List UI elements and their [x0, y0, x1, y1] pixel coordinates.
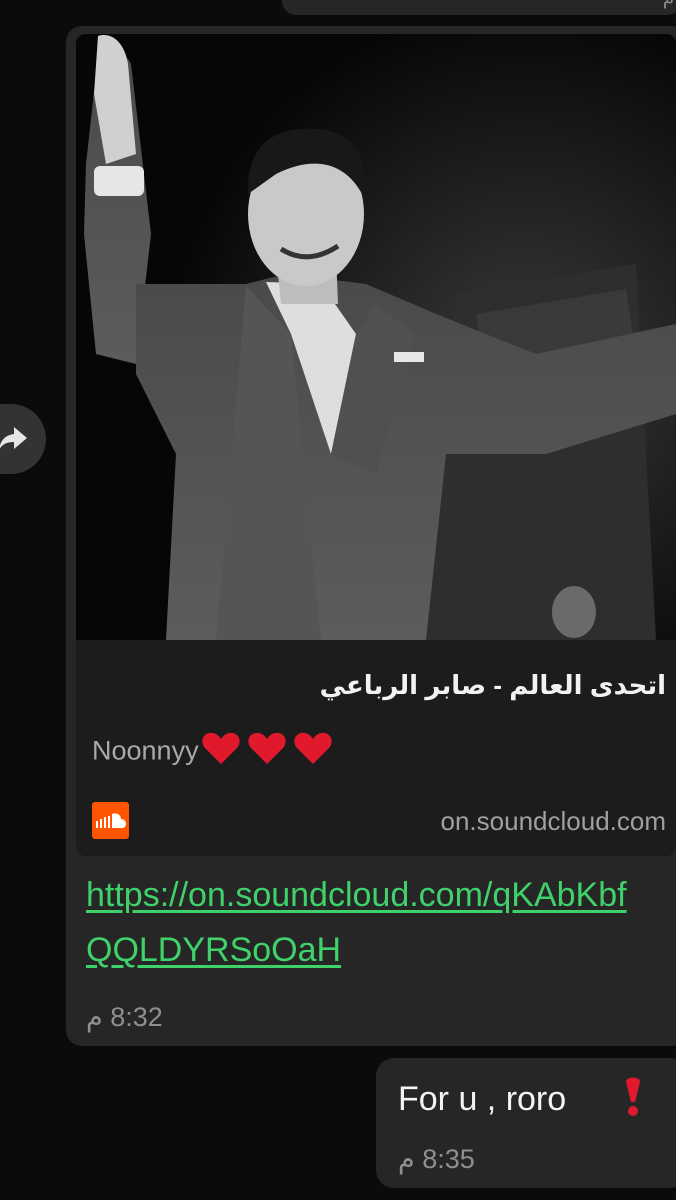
preview-description: Noonnyy [92, 730, 333, 775]
incoming-message-time: 8:32 م [86, 1002, 163, 1032]
outgoing-message-text: For u , roro [398, 1080, 567, 1118]
preview-description-text: Noonnyy [92, 735, 199, 766]
link-preview-card[interactable]: اتحدى العالم - صابر الرباعي Noonnyy on.s… [76, 640, 676, 856]
previous-message-time: م [663, 0, 674, 9]
forward-arrow-icon [0, 427, 27, 449]
previous-message-bubble[interactable]: م [282, 0, 676, 15]
soundcloud-link[interactable]: https://on.soundcloud.com/qKAbKbfQQLDYRS… [86, 868, 646, 978]
soundcloud-icon [92, 802, 129, 839]
preview-domain: on.soundcloud.com [440, 806, 666, 836]
preview-title: اتحدى العالم - صابر الرباعي [319, 670, 666, 700]
outgoing-message-bubble[interactable]: For u , roro 8:35 م [376, 1058, 676, 1188]
incoming-message-bubble[interactable]: اتحدى العالم - صابر الرباعي Noonnyy on.s… [66, 26, 676, 1046]
red-heart-icon [201, 730, 333, 775]
forward-button[interactable] [0, 404, 46, 474]
link-preview-image[interactable] [76, 34, 676, 640]
outgoing-message-time: 8:35 م [398, 1144, 475, 1174]
red-exclamation-icon [624, 1074, 642, 1123]
